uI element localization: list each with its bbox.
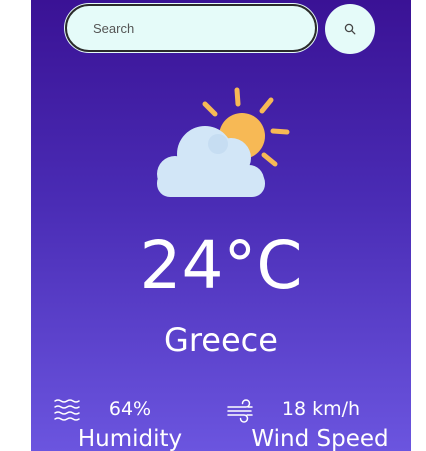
humidity-label: Humidity <box>77 426 183 451</box>
partly-cloudy-sun-icon <box>157 87 290 197</box>
wind-speed-value: 18 km/h <box>281 398 361 420</box>
search-button[interactable] <box>325 4 375 54</box>
search-icon <box>344 23 356 35</box>
search-input[interactable] <box>91 19 315 37</box>
wind-icon <box>227 399 253 423</box>
humidity-value: 64% <box>108 398 152 420</box>
wind-speed-label: Wind Speed <box>251 426 389 451</box>
temperature-readout: 24°C <box>139 227 303 304</box>
weather-card: 24°C Greece 64% Humidity 18 km/h Wind Sp… <box>31 0 411 451</box>
city-name: Greece <box>164 321 278 359</box>
search-field[interactable] <box>65 4 317 52</box>
humidity-waves-icon <box>54 399 80 421</box>
